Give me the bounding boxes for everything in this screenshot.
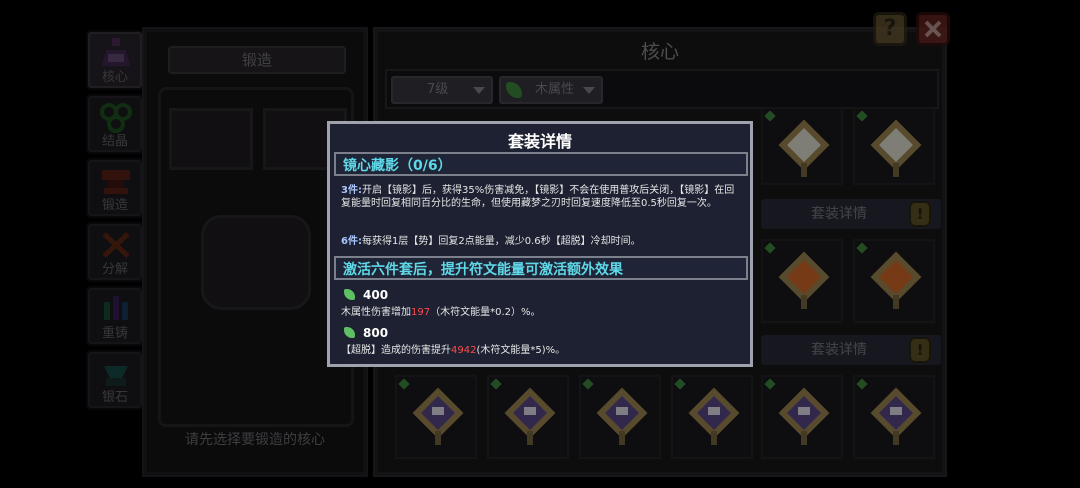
tier-1-text-a: 木属性伤害增加 xyxy=(341,307,411,318)
tier-1-threshold: 400 xyxy=(344,288,388,302)
six-piece-text: 每获得1层【势】回复2点能量，减少0.6秒【超脱】冷却时间。 xyxy=(361,236,641,247)
six-piece-effect: 6件:每获得1层【势】回复2点能量，减少0.6秒【超脱】冷却时间。 xyxy=(341,235,741,248)
six-piece-tag: 6件: xyxy=(341,236,362,247)
tier-2-threshold: 800 xyxy=(344,326,388,340)
tier-1-effect: 木属性伤害增加197（木符文能量*0.2）%。 xyxy=(341,306,741,319)
tier-2-effect: 【超脱】造成的伤害提升4942(木符文能量*5)%。 xyxy=(341,344,741,357)
bonus-header: 激活六件套后，提升符文能量可激活额外效果 xyxy=(334,256,748,280)
tier-2-text-a: 【超脱】造成的伤害提升 xyxy=(341,345,451,356)
tier-2-text-b: (木符文能量*5)%。 xyxy=(476,345,566,356)
set-detail-popup: 套装详情 镜心藏影（0/6） 3件:开启【镜影】后，获得35%伤害减免，【镜影】… xyxy=(327,121,753,367)
set-name-header: 镜心藏影（0/6） xyxy=(334,152,748,176)
three-piece-text: 开启【镜影】后，获得35%伤害减免，【镜影】不会在使用普攻后关闭，【镜影】在回复… xyxy=(341,185,735,209)
tier-2-red-value: 4942 xyxy=(451,345,477,356)
popup-title: 套装详情 xyxy=(507,132,572,151)
tier-1-value: 400 xyxy=(363,288,389,302)
leaf-icon xyxy=(344,289,355,300)
tier-1-text-b: （木符文能量*0.2）%。 xyxy=(430,307,541,318)
leaf-icon xyxy=(344,327,355,338)
tier-1-red-value: 197 xyxy=(411,307,431,318)
bonus-header-text: 激活六件套后，提升符文能量可激活额外效果 xyxy=(343,262,623,278)
set-name: 镜心藏影（0/6） xyxy=(343,158,452,174)
tier-2-value: 800 xyxy=(363,326,389,340)
three-piece-tag: 3件: xyxy=(341,185,362,196)
three-piece-effect: 3件:开启【镜影】后，获得35%伤害减免，【镜影】不会在使用普攻后关闭，【镜影】… xyxy=(341,184,741,210)
